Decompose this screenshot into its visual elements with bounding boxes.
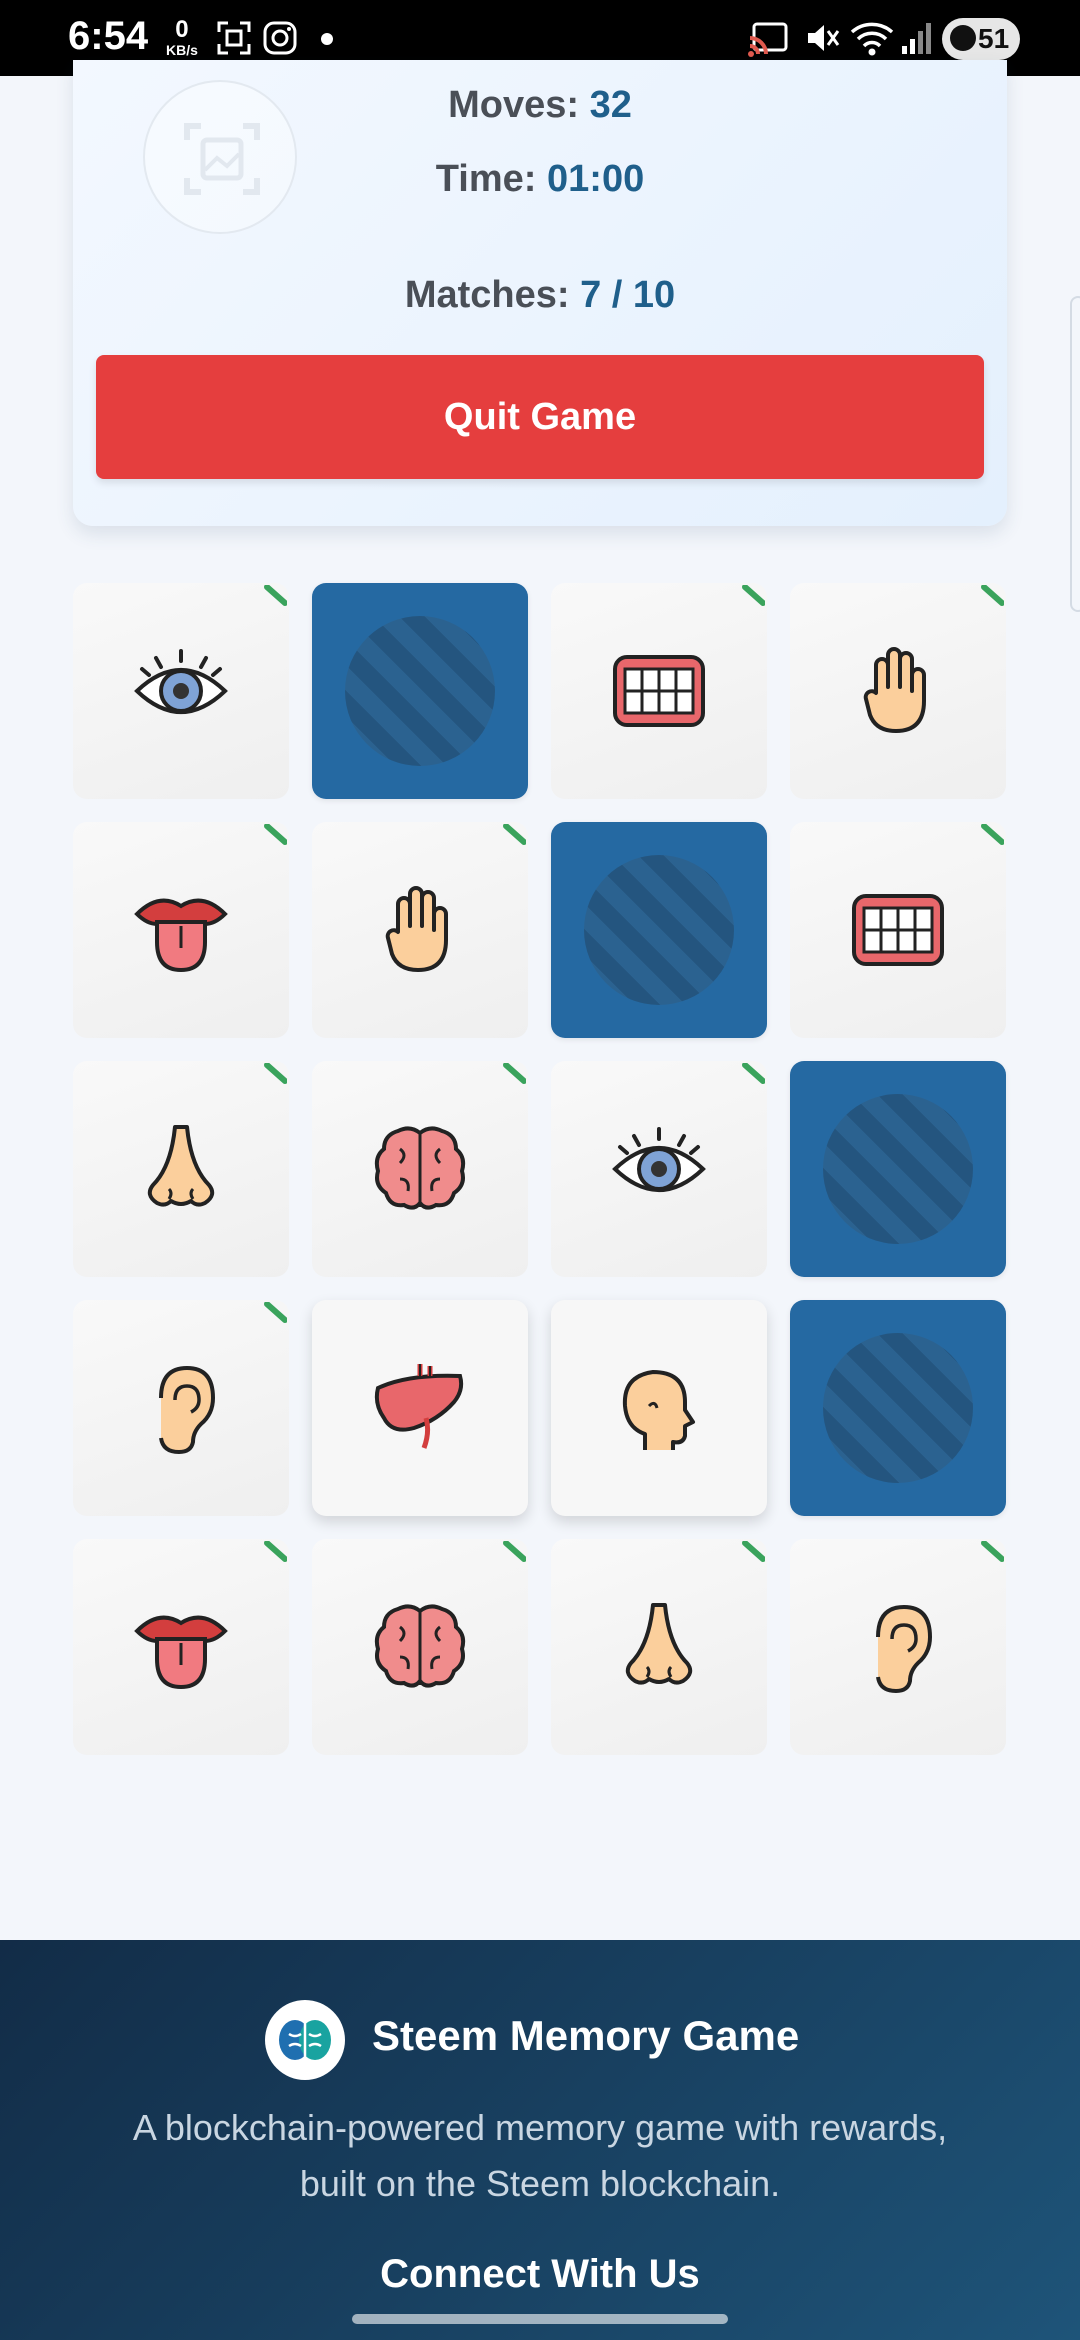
screenshot-icon	[217, 21, 251, 55]
tongue-icon	[134, 898, 228, 973]
net-speed: 0 KB/s	[166, 16, 198, 59]
game-tile[interactable]	[790, 1061, 1006, 1277]
card-back-pattern	[584, 855, 734, 1005]
nose-icon	[625, 1603, 693, 1685]
game-tile[interactable]	[312, 1061, 528, 1277]
footer-title: Steem Memory Game	[372, 2012, 800, 2059]
brain-logo-icon	[265, 2000, 345, 2080]
eye-icon	[612, 1127, 706, 1192]
matched-indicator-icon	[742, 1063, 765, 1084]
game-tile[interactable]	[312, 822, 528, 1038]
liver-icon	[374, 1364, 464, 1449]
matched-indicator-icon	[264, 1302, 287, 1323]
matches-value: 7 / 10	[580, 274, 676, 316]
game-stats-card: Moves: 32 Time: 01:00 Matches: 7 / 10 Qu…	[73, 60, 1007, 526]
matched-indicator-icon	[742, 585, 765, 606]
battery-level: 51	[978, 23, 1010, 54]
quit-game-button[interactable]: Quit Game	[96, 355, 984, 479]
nose-icon	[147, 1125, 215, 1207]
game-tile[interactable]	[790, 1539, 1006, 1755]
cast-icon	[748, 22, 788, 57]
game-tile[interactable]	[312, 1300, 528, 1516]
game-tile[interactable]	[312, 1539, 528, 1755]
card-back-pattern	[823, 1094, 973, 1244]
game-tile[interactable]	[551, 1300, 767, 1516]
game-tile[interactable]	[551, 822, 767, 1038]
ear-icon	[876, 1604, 933, 1694]
matched-indicator-icon	[503, 1063, 526, 1084]
home-indicator[interactable]	[352, 2314, 728, 2324]
brain-icon	[374, 1604, 466, 1688]
brain-icon	[374, 1126, 466, 1210]
matched-indicator-icon	[264, 1063, 287, 1084]
footer: Steem Memory Game A blockchain-powered m…	[0, 1940, 1080, 2340]
card-back-pattern	[823, 1333, 973, 1483]
net-speed-value: 0	[175, 16, 189, 43]
battery-saver-icon	[950, 25, 976, 51]
game-tile[interactable]	[551, 1539, 767, 1755]
matched-indicator-icon	[981, 824, 1004, 845]
signal-icon	[902, 23, 931, 54]
footer-description: A blockchain-powered memory game with re…	[132, 2107, 948, 2204]
matched-indicator-icon	[981, 1541, 1004, 1562]
game-tile[interactable]	[790, 1300, 1006, 1516]
game-tile[interactable]	[790, 583, 1006, 799]
teeth-icon	[613, 655, 705, 727]
hand-icon	[863, 647, 926, 733]
time-value: 01:00	[547, 158, 645, 200]
ear-icon	[159, 1365, 216, 1455]
matched-indicator-icon	[264, 824, 287, 845]
time-label: Time:	[435, 158, 537, 200]
matched-indicator-icon	[742, 1541, 765, 1562]
game-tile[interactable]	[312, 583, 528, 799]
moves-value: 32	[589, 84, 632, 126]
battery-indicator: 51	[942, 18, 1020, 60]
game-tile[interactable]	[73, 583, 289, 799]
instagram-icon	[263, 21, 297, 55]
notification-dot-icon	[321, 33, 333, 45]
hand-icon	[385, 886, 448, 972]
matched-indicator-icon	[264, 585, 287, 606]
game-tile[interactable]	[73, 1539, 289, 1755]
connect-heading: Connect With Us	[380, 2252, 700, 2296]
game-tile[interactable]	[73, 822, 289, 1038]
side-scroll-handle[interactable]	[1070, 296, 1080, 612]
moves-label: Moves:	[448, 84, 580, 126]
status-time: 6:54	[68, 14, 149, 58]
teeth-icon	[852, 894, 944, 966]
wifi-icon	[850, 22, 894, 56]
eye-icon	[134, 649, 228, 714]
net-speed-unit: KB/s	[166, 42, 198, 58]
game-tile[interactable]	[73, 1061, 289, 1277]
matched-indicator-icon	[503, 1541, 526, 1562]
game-tile[interactable]	[790, 822, 1006, 1038]
tongue-icon	[134, 1615, 228, 1690]
matched-indicator-icon	[981, 585, 1004, 606]
moves-counter: Moves: 32	[73, 84, 1007, 127]
mute-icon	[808, 25, 840, 51]
matches-counter: Matches: 7 / 10	[73, 274, 1007, 317]
timer: Time: 01:00	[73, 158, 1007, 201]
matches-label: Matches:	[404, 274, 570, 316]
game-tile[interactable]	[551, 1061, 767, 1277]
game-tile[interactable]	[73, 1300, 289, 1516]
matched-indicator-icon	[264, 1541, 287, 1562]
card-back-pattern	[345, 616, 495, 766]
game-tile[interactable]	[551, 583, 767, 799]
matched-indicator-icon	[503, 824, 526, 845]
head-icon	[622, 1370, 695, 1450]
